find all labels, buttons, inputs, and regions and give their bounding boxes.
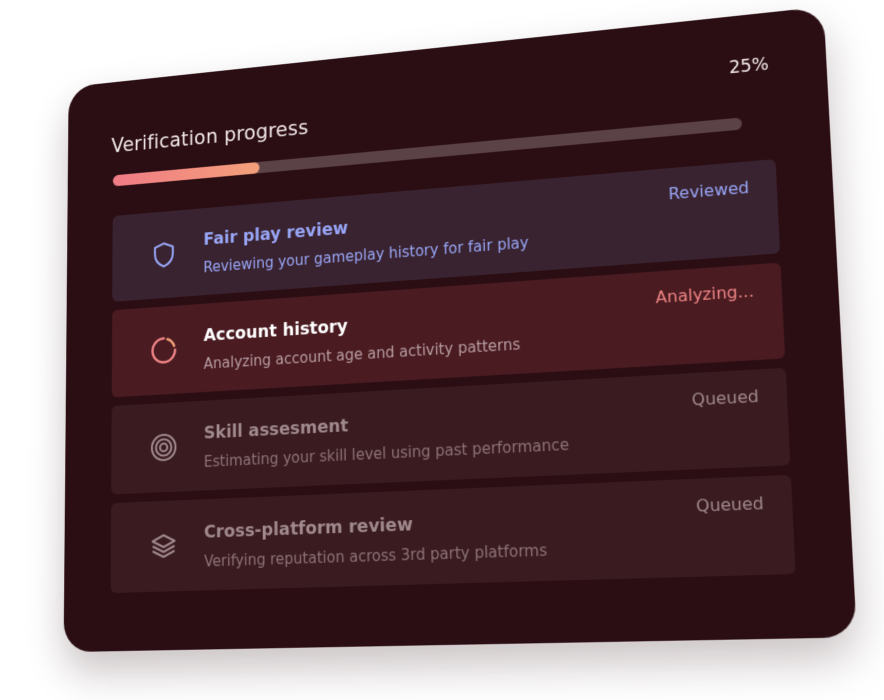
- step-title: Cross-platform review: [203, 515, 414, 543]
- spinner-icon: [149, 334, 178, 366]
- step-cross-platform-review[interactable]: Cross-platform review Verifying reputati…: [110, 474, 796, 593]
- step-subtitle: Verifying reputation across 3rd party pl…: [204, 541, 548, 571]
- progress-title: Verification progress: [111, 115, 309, 158]
- layers-icon: [149, 530, 178, 563]
- step-subtitle: Estimating your skill level using past p…: [203, 435, 570, 471]
- step-status: Queued: [691, 386, 760, 410]
- step-title: Fair play review: [203, 218, 349, 250]
- verification-card: Verification progress 25% Fair play revi…: [63, 6, 857, 653]
- progress-bar-fill: [112, 161, 260, 187]
- verification-steps-list: Fair play review Reviewing your gameplay…: [110, 159, 796, 602]
- shield-icon: [150, 239, 179, 271]
- step-status: Queued: [695, 493, 765, 516]
- step-title: Account history: [203, 316, 348, 346]
- progress-percent: 25%: [728, 54, 770, 79]
- target-icon: [149, 431, 178, 463]
- step-title: Skill assesment: [203, 416, 349, 444]
- stage: Verification progress 25% Fair play revi…: [0, 0, 884, 700]
- step-status: Analyzing...: [655, 281, 755, 308]
- step-status: Reviewed: [667, 177, 750, 204]
